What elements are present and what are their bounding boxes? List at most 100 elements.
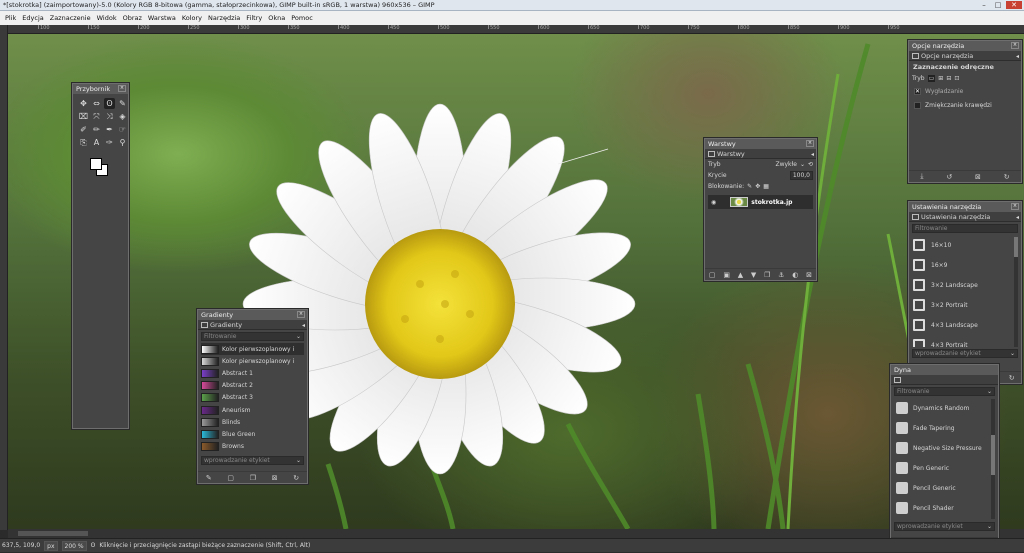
chevron-down-icon[interactable]: ⌄ <box>296 333 301 340</box>
preset-item[interactable]: 3×2 Landscape <box>909 275 1021 295</box>
lock-position-icon[interactable]: ✥ <box>755 183 760 190</box>
tab-tool-options[interactable]: Opcje narzędzia ◂ <box>909 51 1021 61</box>
tab-gradients[interactable]: Gradienty ◂ <box>198 320 307 330</box>
checkmark-icon[interactable]: ✕ <box>914 87 921 95</box>
gradients-close-button[interactable]: × <box>297 311 305 318</box>
fuzzy-select-icon[interactable]: ✎ <box>117 98 128 109</box>
tool-options-close-button[interactable]: × <box>1011 42 1019 49</box>
transform-icon[interactable]: ⤧ <box>91 111 102 122</box>
gradient-item[interactable]: Kolor pierwszoplanowy i <box>201 355 304 367</box>
toolbox-header[interactable]: Przybornik × <box>73 84 128 94</box>
dynamics-item[interactable]: Negative Size Pressure <box>891 438 998 458</box>
dynamics-scrollbar[interactable] <box>991 399 995 519</box>
dynamics-header[interactable]: Dyna <box>891 365 998 375</box>
reset-icon[interactable]: ↻ <box>1004 173 1010 181</box>
preset-item[interactable]: 4×3 Landscape <box>909 315 1021 335</box>
delete-icon[interactable]: ⊠ <box>806 271 812 279</box>
menu-select[interactable]: Zaznaczenie <box>47 14 94 22</box>
replace-mode-icon[interactable]: ▭ <box>927 75 936 82</box>
preset-item[interactable]: 4×3 Portrait <box>909 335 1021 347</box>
presets-scrollbar[interactable] <box>1014 237 1018 347</box>
tab-menu-icon[interactable]: ◂ <box>811 150 814 160</box>
menu-layer[interactable]: Warstwa <box>145 14 179 22</box>
tab-tool-presets[interactable]: Ustawienia narzędzia ◂ <box>909 212 1021 222</box>
image-canvas[interactable] <box>8 34 1024 529</box>
close-button[interactable]: ✕ <box>1006 1 1022 9</box>
gradient-item[interactable]: Abstract 3 <box>201 392 304 404</box>
tool-presets-close-button[interactable]: × <box>1011 203 1019 210</box>
gradient-item[interactable]: Abstract 2 <box>201 380 304 392</box>
tool-presets-header[interactable]: Ustawienia narzędzia × <box>909 202 1021 212</box>
gradients-header[interactable]: Gradienty × <box>198 310 307 320</box>
menu-view[interactable]: Widok <box>94 14 120 22</box>
move-icon[interactable]: ✥ <box>78 98 89 109</box>
lock-alpha-icon[interactable]: ▦ <box>763 183 769 190</box>
antialias-checkbox[interactable]: ✕ Wygładzanie <box>909 84 1021 98</box>
chevron-down-icon[interactable]: ⌄ <box>296 457 301 464</box>
horizontal-ruler[interactable]: 100 150 200 250 300 350 400 450 500 550 600 650 700 7… <box>8 25 1024 34</box>
align-icon[interactable]: ⇔ <box>91 98 102 109</box>
tab-layers[interactable]: Warstwy ◂ <box>705 149 816 159</box>
preset-item[interactable]: 3×2 Portrait <box>909 295 1021 315</box>
raise-icon[interactable]: ▲ <box>738 271 743 279</box>
delete-icon[interactable]: ⊠ <box>975 173 981 181</box>
menu-tools[interactable]: Narzędzia <box>205 14 243 22</box>
presets-tags-input[interactable]: wprowadzanie etykiet ⌄ <box>912 349 1018 358</box>
maximize-button[interactable]: □ <box>992 1 1004 9</box>
warp-icon[interactable]: ⤨ <box>104 111 115 122</box>
restore-icon[interactable]: ↺ <box>946 173 952 181</box>
menu-colors[interactable]: Kolory <box>179 14 205 22</box>
gradient-item[interactable]: Abstract 1 <box>201 367 304 379</box>
eye-icon[interactable]: ◉ <box>711 199 716 206</box>
dynamics-item[interactable]: Pen Generic <box>891 458 998 478</box>
lock-pixels-icon[interactable]: ✎ <box>747 183 752 190</box>
new-layer-icon[interactable]: ▢ <box>709 271 716 279</box>
airbrush-icon[interactable]: ✒ <box>104 124 115 135</box>
duplicate-icon[interactable]: ❐ <box>250 474 256 482</box>
menu-file[interactable]: Plik <box>2 14 19 22</box>
bucket-fill-icon[interactable]: ◈ <box>117 111 128 122</box>
chevron-down-icon[interactable]: ⌄ <box>987 388 992 395</box>
dynamics-filter-input[interactable]: Filtrowanie ⌄ <box>894 387 995 396</box>
text-icon[interactable]: A <box>91 137 102 148</box>
gradients-filter-input[interactable]: Filtrowanie ⌄ <box>201 332 304 341</box>
zoom-select[interactable]: 200 % <box>61 540 87 551</box>
reset-icon[interactable]: ⟲ <box>808 161 813 168</box>
scroll-thumb[interactable] <box>18 531 88 536</box>
gradient-item[interactable]: Browns <box>201 441 304 453</box>
menu-windows[interactable]: Okna <box>265 14 288 22</box>
menu-image[interactable]: Obraz <box>120 14 145 22</box>
gradient-item[interactable]: Blue Green <box>201 428 304 440</box>
gradient-item[interactable]: Aneurism <box>201 404 304 416</box>
brush-icon[interactable]: ✏ <box>91 124 102 135</box>
smudge-icon[interactable]: ☞ <box>117 124 128 135</box>
mask-icon[interactable]: ◐ <box>792 271 798 279</box>
opacity-spinner[interactable]: 100,0 <box>789 171 813 180</box>
feather-checkbox[interactable]: Zmiękczanie krawędzi <box>909 98 1021 112</box>
menu-edit[interactable]: Edycja <box>19 14 46 22</box>
edit-icon[interactable]: ✎ <box>206 474 212 482</box>
delete-icon[interactable]: ⊠ <box>272 474 278 482</box>
paint-icon[interactable]: ✐ <box>78 124 89 135</box>
mode-select[interactable]: Zwykłe <box>775 161 796 168</box>
preset-item[interactable]: 16×10 <box>909 235 1021 255</box>
gradients-tags-input[interactable]: wprowadzanie etykiet ⌄ <box>201 455 304 465</box>
gradient-item[interactable]: Kolor pierwszoplanowy i <box>201 343 304 356</box>
layers-close-button[interactable]: × <box>806 140 814 147</box>
add-mode-icon[interactable]: ⊞ <box>938 75 943 82</box>
toolbox-close-button[interactable]: × <box>118 85 126 92</box>
menu-help[interactable]: Pomoc <box>288 14 316 22</box>
subtract-mode-icon[interactable]: ⊟ <box>946 75 951 82</box>
refresh-icon[interactable]: ↻ <box>293 474 299 482</box>
horizontal-scrollbar[interactable] <box>8 529 1024 538</box>
menu-filters[interactable]: Filtry <box>243 14 265 22</box>
dynamics-tags-input[interactable]: wprowadzanie etykiet ⌄ <box>894 522 995 531</box>
zoom-icon[interactable]: ⚲ <box>117 137 128 148</box>
color-picker-icon[interactable]: ✑ <box>104 137 115 148</box>
dynamics-item[interactable]: Pencil Generic <box>891 478 998 498</box>
foreground-color[interactable] <box>90 158 102 170</box>
crop-icon[interactable]: ⌧ <box>78 111 89 122</box>
preset-item[interactable]: 16×9 <box>909 255 1021 275</box>
save-preset-icon[interactable]: ⤓ <box>920 172 923 181</box>
new-group-icon[interactable]: ▣ <box>723 271 730 279</box>
